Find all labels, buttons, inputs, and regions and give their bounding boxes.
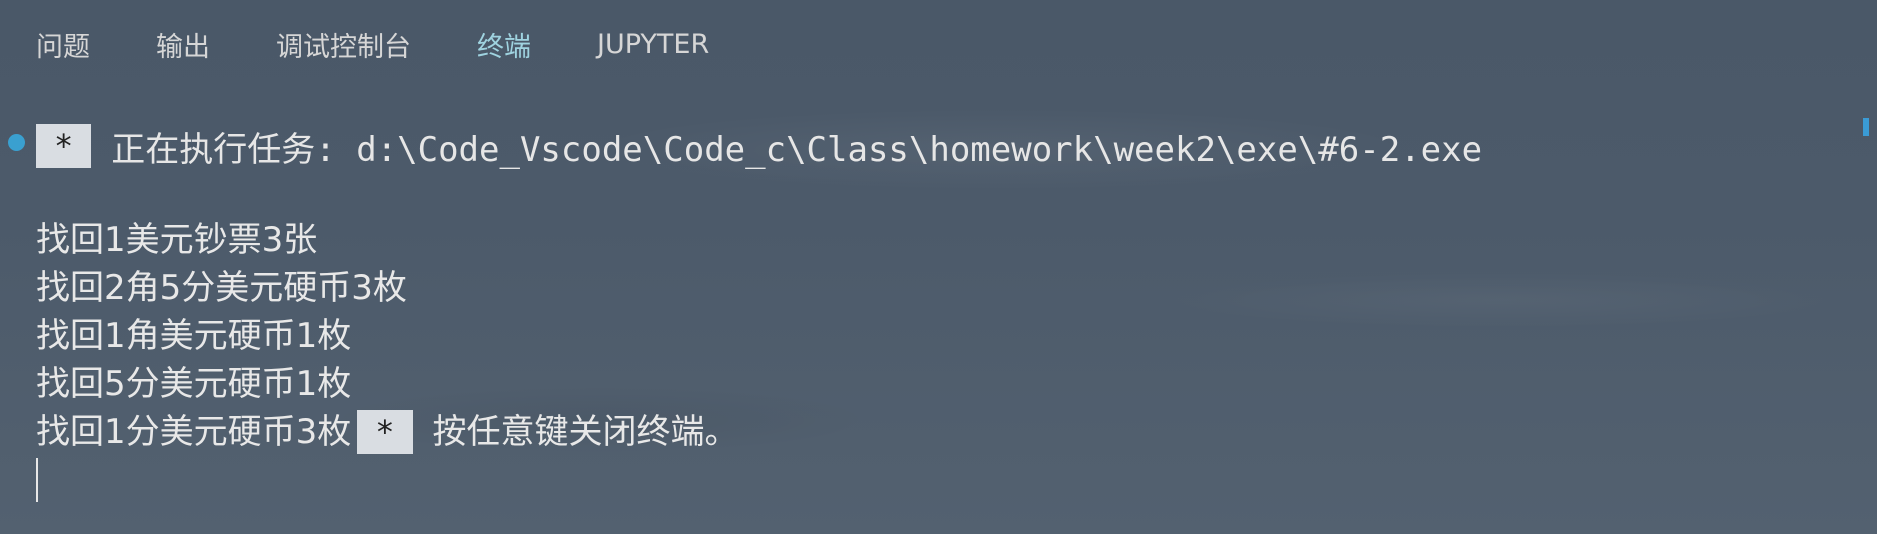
task-text: 正在执行任务: d:\Code_Vscode\Code_c\Class\home… [111,129,1483,170]
output-line: 找回1美元钞票3张 [36,220,318,260]
panel-tabs: 问题 输出 调试控制台 终端 JUPYTER [36,24,775,64]
tab-terminal[interactable]: 终端 [477,25,531,64]
output-line: 找回2角5分美元硬币3枚 [36,268,407,308]
close-badge: * [357,410,413,454]
status-dot-icon [8,134,25,151]
tab-debug-console[interactable]: 调试控制台 [276,25,411,64]
output-line-last: 找回1分美元硬币3枚 * 按任意键关闭终端。 [36,408,1837,456]
tab-problems[interactable]: 问题 [36,25,90,64]
task-badge: * [36,124,92,168]
terminal-area[interactable]: * 正在执行任务: d:\Code_Vscode\Code_c\Class\ho… [8,118,1837,502]
scrollbar-thumb[interactable] [1863,118,1869,136]
terminal-output: 找回1美元钞票3张 找回2角5分美元硬币3枚 找回1角美元硬币1枚 找回5分美元… [36,216,1837,502]
output-line-text: 找回1分美元硬币3枚 [36,412,352,452]
output-line: 找回5分美元硬币1枚 [36,364,352,404]
text-cursor [36,458,38,502]
output-line: 找回1角美元硬币1枚 [36,316,352,356]
tab-output[interactable]: 输出 [156,25,210,64]
close-text: 按任意键关闭终端。 [432,412,739,452]
task-line: * 正在执行任务: d:\Code_Vscode\Code_c\Class\ho… [8,118,1837,174]
tab-jupyter[interactable]: JUPYTER [597,29,709,60]
